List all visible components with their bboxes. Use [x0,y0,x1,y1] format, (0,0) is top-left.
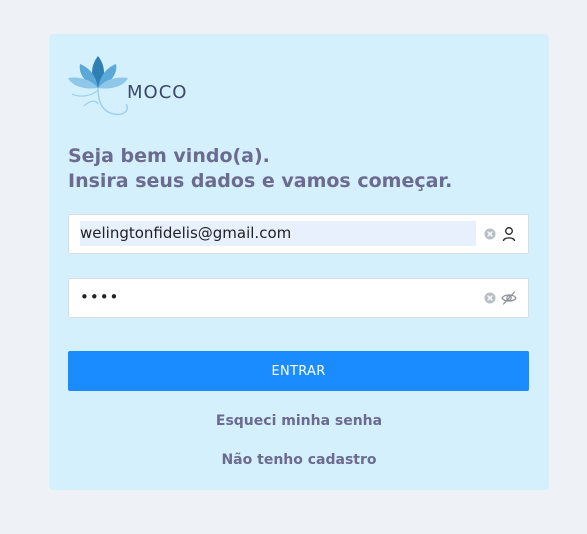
password-field[interactable]: •••• [68,278,529,318]
brand-name: MOCO [127,82,188,103]
welcome-line-2: Insira seus dados e vamos começar. [68,170,453,192]
welcome-line-1: Seja bem vindo(a). [68,145,270,167]
user-icon [502,227,516,242]
welcome-heading: Seja bem vindo(a). Insira seus dados e v… [68,144,452,194]
login-submit-button[interactable]: ENTRAR [68,351,529,391]
brand-logo: MOCO [68,54,188,124]
email-field[interactable]: welingtonfidelis@gmail.com [68,214,529,254]
login-card: MOCO Seja bem vindo(a). Insira seus dado… [49,34,549,490]
email-input[interactable]: welingtonfidelis@gmail.com [80,221,476,246]
clear-circle-icon[interactable] [484,292,496,304]
register-link[interactable]: Não tenho cadastro [49,452,549,468]
lotus-logo-icon [68,56,128,116]
password-input[interactable]: •••• [80,285,476,310]
eye-off-icon[interactable] [501,290,517,306]
forgot-password-link[interactable]: Esqueci minha senha [49,413,549,429]
clear-circle-icon[interactable] [484,228,496,240]
